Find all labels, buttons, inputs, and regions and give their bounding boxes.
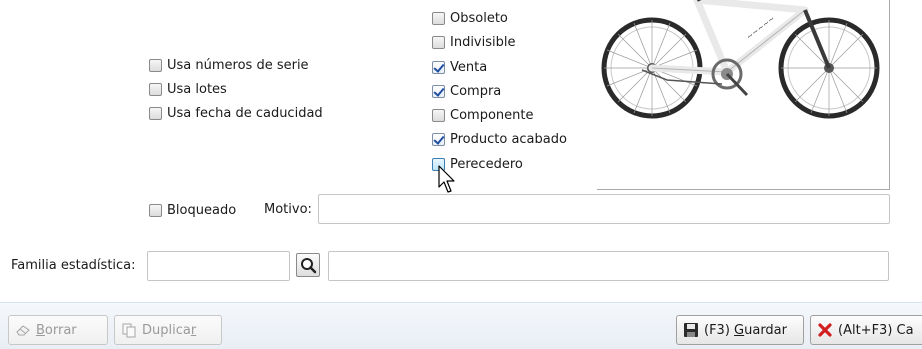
- blocked-label: Bloqueado: [167, 202, 237, 218]
- duplicate-button[interactable]: Duplicar: [114, 315, 222, 345]
- cancel-label: (Alt+F3) Ca: [838, 322, 914, 338]
- floppy-disk-icon: [684, 323, 698, 337]
- purchase-checkbox-box[interactable]: [432, 84, 445, 98]
- purchase-checkbox[interactable]: Compra: [432, 82, 501, 100]
- statistical-family-lookup-button[interactable]: [296, 253, 320, 277]
- obsolete-checkbox-box[interactable]: [432, 11, 445, 25]
- component-checkbox[interactable]: Componente: [432, 106, 533, 124]
- statistical-family-code-input[interactable]: [147, 251, 290, 281]
- expiry-date-label: Usa fecha de caducidad: [167, 105, 323, 121]
- serial-numbers-label: Usa números de serie: [167, 57, 309, 73]
- duplicate-icon: [122, 323, 136, 338]
- blocked-checkbox-box[interactable]: [149, 203, 162, 217]
- perishable-label: Perecedero: [450, 156, 523, 172]
- lots-label: Usa lotes: [167, 81, 227, 97]
- obsolete-checkbox[interactable]: Obsoleto: [432, 9, 508, 27]
- delete-accelerator: B: [36, 322, 45, 338]
- statistical-family-label: Familia estadística:: [11, 258, 136, 273]
- finished-product-checkbox-box[interactable]: [432, 132, 445, 146]
- indivisible-label: Indivisible: [450, 34, 516, 50]
- eraser-icon: [16, 325, 30, 336]
- save-label: (F3) Guardar: [704, 323, 787, 338]
- serial-numbers-checkbox-box[interactable]: [149, 58, 162, 72]
- magnifier-icon: [301, 258, 317, 274]
- mouse-cursor-icon: [438, 165, 455, 193]
- finished-product-label: Producto acabado: [450, 131, 567, 147]
- blocked-checkbox[interactable]: Bloqueado: [149, 201, 236, 219]
- sale-checkbox[interactable]: Venta: [432, 58, 487, 76]
- save-shortcut: (F3): [704, 322, 735, 338]
- statistical-family-description-input[interactable]: [328, 251, 889, 281]
- save-label-rest: uardar: [744, 322, 787, 338]
- serial-numbers-checkbox[interactable]: Usa números de serie: [149, 56, 309, 74]
- red-x-icon: [818, 323, 832, 337]
- bicycle-image: ~~~~~: [601, 0, 880, 119]
- product-image-frame[interactable]: ~~~~~: [597, 0, 890, 190]
- duplicate-label: Duplicar: [142, 323, 196, 338]
- component-checkbox-box[interactable]: [432, 108, 445, 122]
- indivisible-checkbox[interactable]: Indivisible: [432, 33, 516, 51]
- lots-checkbox[interactable]: Usa lotes: [149, 80, 227, 98]
- save-button[interactable]: (F3) Guardar: [676, 315, 804, 345]
- obsolete-label: Obsoleto: [450, 10, 508, 26]
- lots-checkbox-box[interactable]: [149, 82, 162, 96]
- save-accelerator: G: [734, 322, 745, 338]
- component-label: Componente: [450, 107, 534, 123]
- indivisible-checkbox-box[interactable]: [432, 35, 445, 49]
- purchase-label: Compra: [450, 83, 502, 99]
- duplicate-accelerator: r: [190, 322, 197, 338]
- sale-checkbox-box[interactable]: [432, 60, 445, 74]
- delete-label: Borrar: [36, 323, 77, 338]
- delete-label-rest: orrar: [44, 322, 77, 338]
- expiry-date-checkbox-box[interactable]: [149, 106, 162, 120]
- finished-product-checkbox[interactable]: Producto acabado: [432, 130, 567, 148]
- sale-label: Venta: [450, 59, 488, 75]
- expiry-date-checkbox[interactable]: Usa fecha de caducidad: [149, 104, 323, 122]
- cancel-button[interactable]: (Alt+F3) Ca: [810, 315, 922, 345]
- motivo-input[interactable]: [318, 194, 890, 224]
- delete-button[interactable]: Borrar: [8, 315, 108, 345]
- duplicate-label-start: Duplica: [142, 322, 191, 338]
- motivo-label: Motivo:: [264, 202, 312, 217]
